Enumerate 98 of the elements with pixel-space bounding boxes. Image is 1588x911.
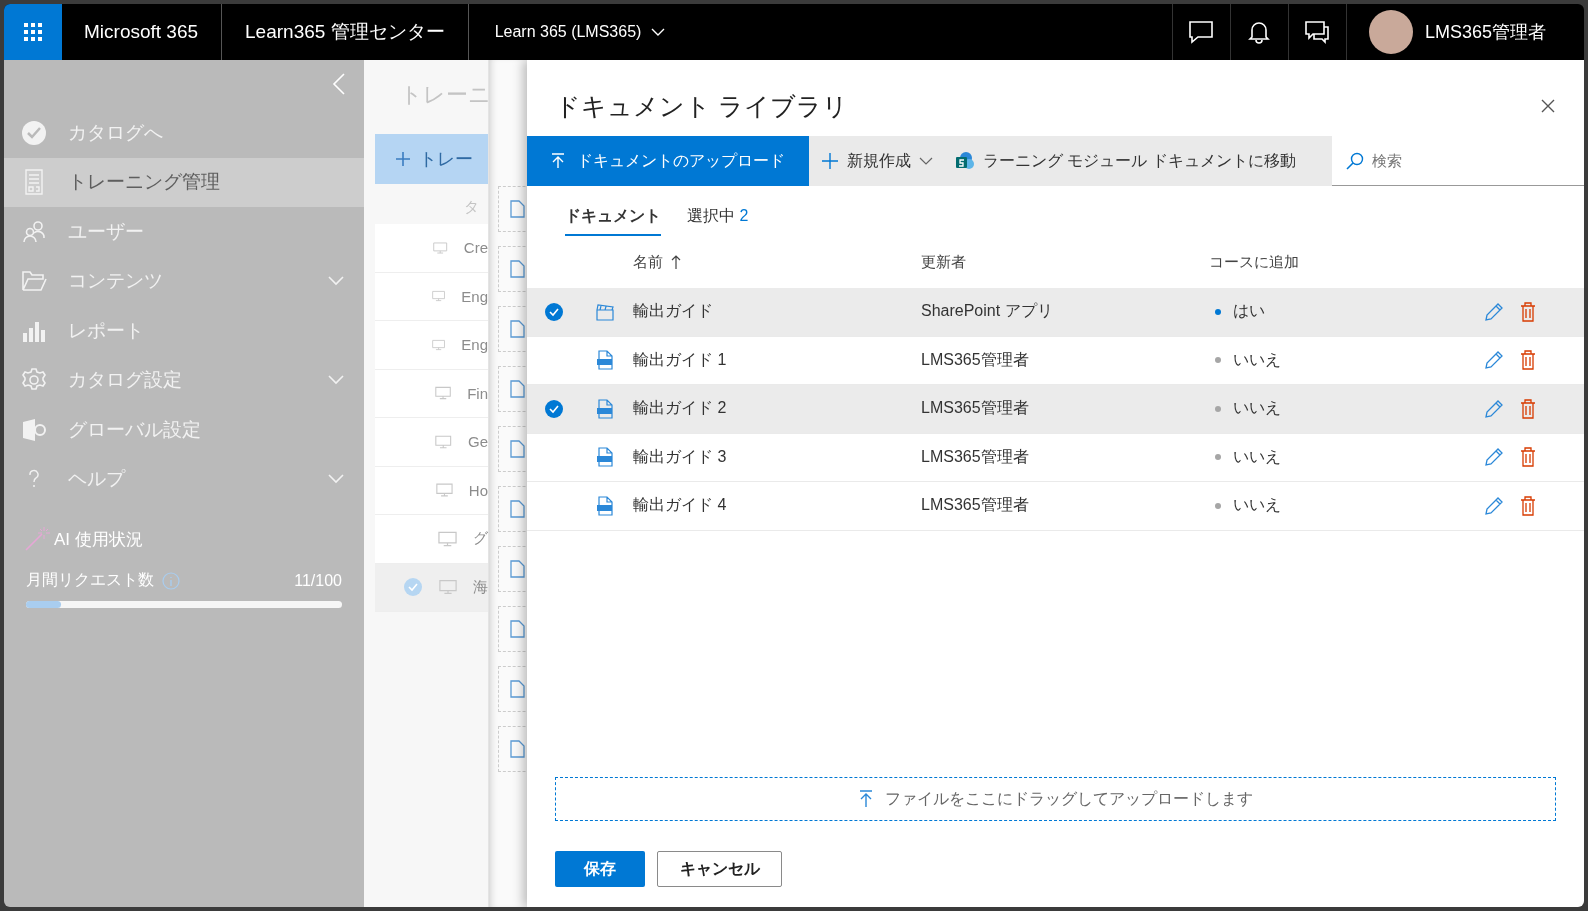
sharepoint-icon	[955, 151, 975, 171]
video-file-icon	[596, 302, 614, 321]
modified-by-cell-text: LMS365管理者	[921, 398, 1030, 419]
modified-by-cell-text: SharePoint アプリ	[921, 301, 1054, 322]
add-training-button[interactable]: トレー	[375, 134, 488, 184]
tab[interactable]: 選択中 2	[687, 198, 749, 236]
monitor-icon	[435, 482, 453, 499]
upload-arrow-icon	[551, 153, 565, 169]
new-button[interactable]: 新規作成	[809, 136, 943, 186]
added-status: いいえ	[1233, 349, 1281, 370]
module-type-icon	[509, 380, 525, 398]
document-name[interactable]: 輸出ガイド 2	[633, 398, 921, 420]
delete-trash-icon[interactable]	[1520, 398, 1536, 419]
module-type-icon	[509, 320, 525, 338]
plus-icon	[395, 151, 411, 167]
edit-pencil-icon[interactable]	[1484, 350, 1504, 371]
magic-wand-icon	[24, 526, 50, 552]
modified-by-cell-text: LMS365管理者	[921, 495, 1030, 516]
nav-item[interactable]: トレーニング管理	[4, 157, 364, 207]
modified-by-cell-text: LMS365管理者	[921, 446, 1030, 467]
question-mark-icon	[27, 469, 41, 490]
module-type-icon	[509, 440, 525, 458]
document-name[interactable]: 輸出ガイド 4	[633, 495, 921, 517]
delete-trash-icon[interactable]	[1520, 350, 1536, 371]
chevron-down-icon	[919, 156, 933, 166]
column-header[interactable]: 更新者	[921, 252, 1209, 272]
selected-check-icon[interactable]	[544, 398, 564, 419]
upload-button[interactable]: ドキュメントのアップロード	[527, 136, 809, 186]
cancel-button[interactable]: キャンセル	[657, 851, 782, 887]
monitor-icon	[435, 385, 452, 402]
edit-pencil-icon[interactable]	[1484, 495, 1504, 516]
modified-by-cell-text: LMS365管理者	[921, 349, 1030, 370]
ai-usage-title: AI 使用状況	[54, 528, 143, 551]
training-row[interactable]: Ge	[375, 418, 488, 467]
bar-chart-icon	[22, 319, 46, 342]
column-header[interactable]: コースに追加	[1209, 252, 1484, 272]
app-launcher-button[interactable]	[4, 4, 62, 60]
chat-bubbles-icon	[1304, 20, 1331, 44]
added-status: はい	[1233, 301, 1265, 322]
module-type-icon	[509, 740, 525, 758]
monitor-icon	[438, 530, 457, 547]
module-type-icon	[509, 560, 525, 578]
check-circle-icon	[403, 577, 423, 598]
training-row[interactable]: グ	[375, 515, 488, 564]
bell-icon	[1248, 20, 1271, 44]
module-type-icon	[509, 500, 525, 518]
delete-trash-icon[interactable]	[1520, 495, 1536, 516]
module-type-icon	[509, 620, 525, 638]
document-row[interactable]: 輸出ガイド 3 LMS365管理者 いいえ	[527, 433, 1584, 482]
document-row[interactable]: 輸出ガイド 2 LMS365管理者 いいえ	[527, 385, 1584, 434]
monitor-icon	[439, 579, 457, 596]
module-type-icon	[509, 260, 525, 278]
tenant-dropdown[interactable]: Learn 365 (LMS365)	[468, 4, 692, 60]
grid-icon	[23, 22, 43, 42]
pdf-file-icon	[596, 398, 614, 419]
added-status: いいえ	[1233, 398, 1281, 419]
chevron-down-icon	[651, 27, 666, 37]
document-name[interactable]: 輸出ガイド 1	[633, 349, 921, 371]
monitor-icon	[433, 239, 448, 256]
pdf-file-icon	[596, 495, 614, 516]
pdf-file-icon	[596, 447, 614, 468]
chat-icon	[1188, 20, 1215, 44]
edit-pencil-icon[interactable]	[1484, 398, 1504, 419]
form-icon	[24, 169, 44, 196]
upload-arrow-icon	[858, 790, 873, 808]
column-header[interactable]: 名前	[633, 252, 921, 272]
drop-zone[interactable]: ファイルをここにドラッグしてアップロードします	[555, 777, 1556, 821]
search-field[interactable]: 検索	[1332, 136, 1584, 186]
request-count: 11/100	[294, 571, 342, 590]
document-name[interactable]: 輸出ガイド 3	[633, 446, 921, 468]
dialog-title: ドキュメント ライブラリ	[555, 90, 848, 122]
module-type-icon	[509, 680, 525, 698]
move-to-button[interactable]: ラーニング モジュール ドキュメントに移動	[943, 136, 1306, 186]
document-row[interactable]: 輸出ガイド SharePoint アプリ はい	[527, 288, 1584, 337]
added-status: いいえ	[1233, 495, 1281, 516]
check-circle-icon	[21, 119, 47, 146]
request-count-label: 月間リクエスト数	[26, 570, 154, 590]
users-icon	[22, 219, 46, 244]
search-icon	[1346, 152, 1364, 170]
close-icon[interactable]	[1540, 98, 1556, 114]
pdf-file-icon	[596, 350, 614, 371]
module-type-icon	[509, 200, 525, 218]
folder-icon	[21, 270, 47, 293]
plus-icon	[821, 152, 839, 170]
document-name[interactable]: 輸出ガイド	[633, 301, 921, 323]
document-row[interactable]: 輸出ガイド 4 LMS365管理者 いいえ	[527, 482, 1584, 531]
collapse-chevron-icon[interactable]	[332, 72, 346, 96]
delete-trash-icon[interactable]	[1520, 447, 1536, 468]
added-status: いいえ	[1233, 446, 1281, 467]
monitor-icon	[435, 433, 452, 450]
save-button[interactable]: 保存	[555, 851, 645, 887]
edit-pencil-icon[interactable]	[1484, 301, 1504, 322]
drop-zone-text: ファイルをここにドラッグしてアップロードします	[884, 788, 1253, 809]
delete-trash-icon[interactable]	[1520, 301, 1536, 322]
avatar	[1368, 10, 1413, 54]
edit-pencil-icon[interactable]	[1484, 447, 1504, 468]
tab[interactable]: ドキュメント	[565, 198, 661, 236]
selected-check-icon[interactable]	[544, 301, 564, 322]
